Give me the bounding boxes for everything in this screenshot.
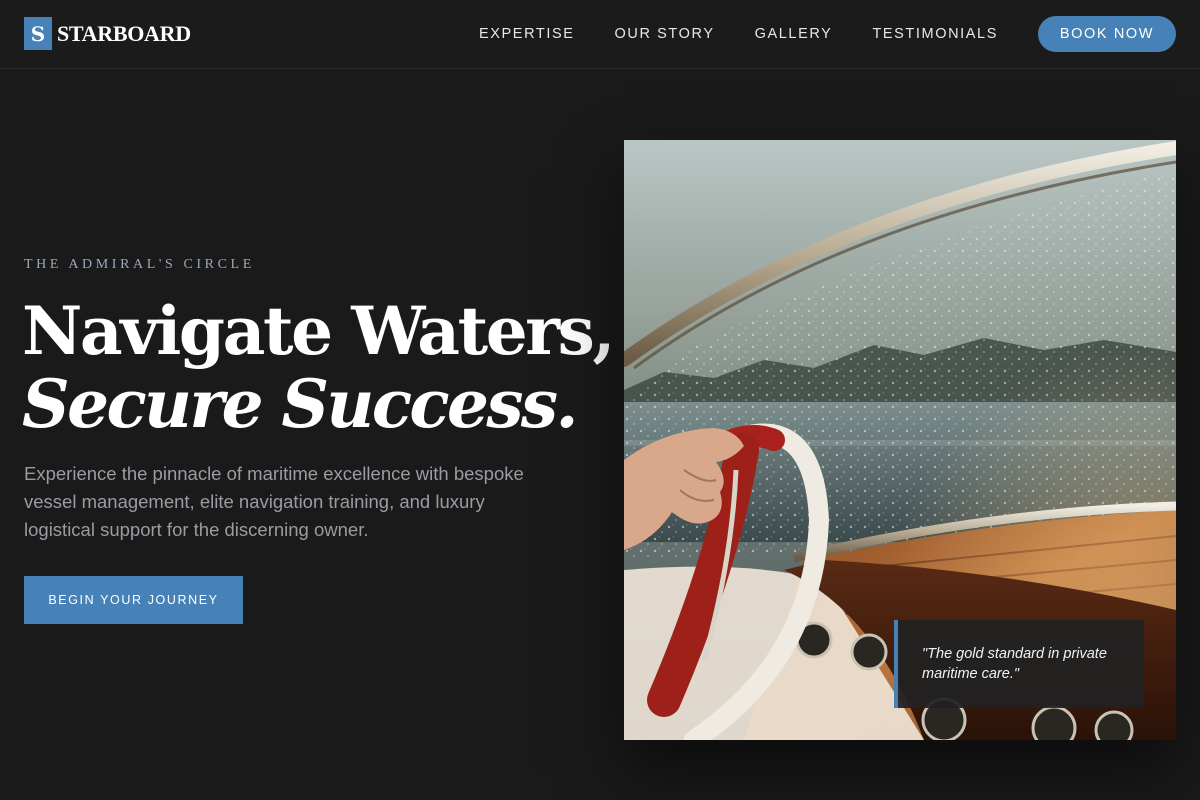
hero-eyebrow: THE ADMIRAL'S CIRCLE (24, 257, 255, 272)
nav-link-expertise[interactable]: EXPERTISE (479, 16, 575, 52)
brand-name: STARBOARD (57, 20, 191, 46)
nav-link-testimonials[interactable]: TESTIMONIALS (872, 16, 998, 52)
hero-headline: Navigate Waters, Secure Success. (22, 290, 615, 443)
nav-link-gallery[interactable]: GALLERY (755, 16, 833, 52)
main-nav: EXPERTISE OUR STORY GALLERY TESTIMONIALS… (479, 16, 1176, 52)
book-now-button[interactable]: BOOK NOW (1038, 16, 1176, 52)
headline-line-1: Navigate Waters, (22, 292, 615, 370)
site-header: S STARBOARD EXPERTISE OUR STORY GALLERY … (0, 0, 1200, 69)
testimonial-quote: "The gold standard in private maritime c… (922, 646, 1107, 682)
logo-mark: S (24, 17, 52, 50)
begin-journey-button[interactable]: BEGIN YOUR JOURNEY (24, 576, 243, 624)
hero-description: Experience the pinnacle of maritime exce… (24, 463, 524, 540)
testimonial-quote-card: "The gold standard in private maritime c… (894, 620, 1144, 708)
headline-line-2: Secure Success. (22, 365, 578, 443)
nav-link-our-story[interactable]: OUR STORY (615, 16, 715, 52)
brand-logo[interactable]: S STARBOARD (24, 17, 191, 50)
